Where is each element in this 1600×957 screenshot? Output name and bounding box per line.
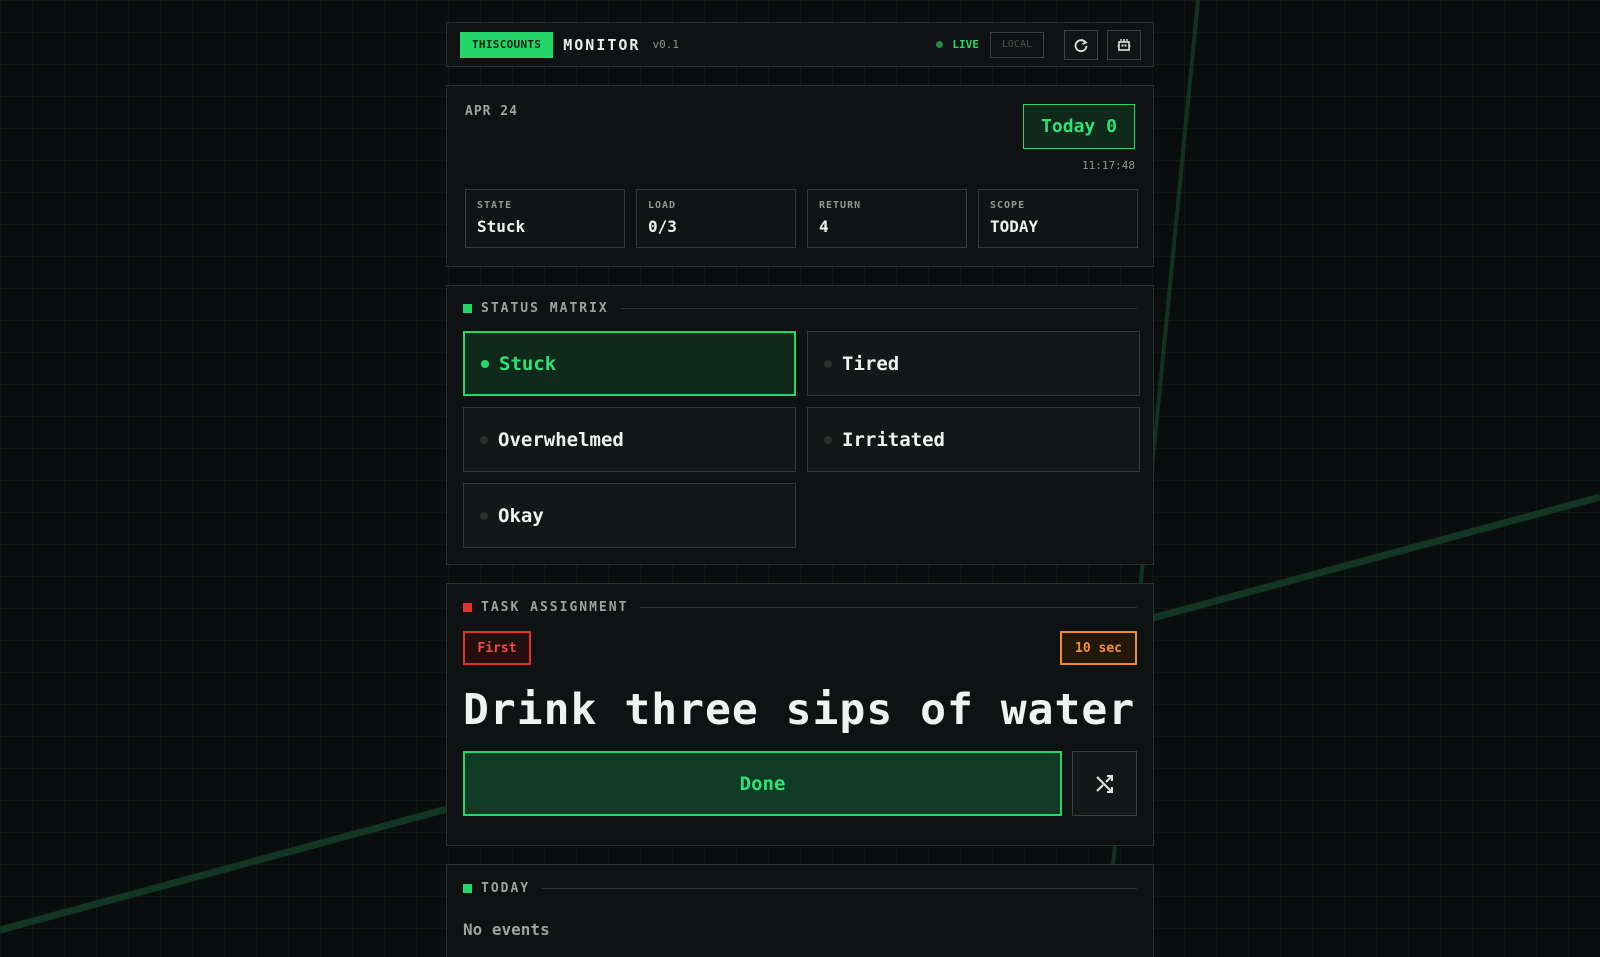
section-header: TASK ASSIGNMENT (463, 598, 1137, 616)
section-marker-icon (463, 602, 472, 612)
robot-button[interactable] (1107, 29, 1141, 60)
task-assignment-panel: TASK ASSIGNMENT First 10 sec Drink three… (446, 583, 1154, 846)
shuffle-button[interactable] (1072, 751, 1137, 816)
section-header: STATUS MATRIX (463, 299, 1137, 317)
stat-value: 4 (819, 217, 829, 236)
section-title: TASK ASSIGNMENT (481, 599, 629, 615)
status-label: Tired (842, 352, 900, 375)
date-label: APR 24 (465, 104, 518, 119)
top-bar: THISCOUNTS MONITOR v0.1 LIVE LOCAL (446, 22, 1154, 67)
stat-value: Stuck (477, 217, 526, 236)
status-dot-icon (480, 435, 488, 444)
stat-label: STATE (477, 200, 513, 211)
app-name: MONITOR (563, 35, 641, 54)
done-button[interactable]: Done (463, 751, 1063, 816)
section-title: STATUS MATRIX (481, 300, 609, 316)
task-text: Drink three sips of water (463, 685, 1136, 735)
local-button[interactable]: LOCAL (989, 31, 1044, 58)
section-divider (542, 887, 1137, 889)
status-dot-icon (480, 511, 488, 520)
live-indicator-dot (936, 41, 944, 48)
status-label: Overwhelmed (498, 428, 624, 451)
today-panel: TODAY No events (446, 864, 1154, 957)
status-option-okay[interactable]: Okay (463, 483, 796, 548)
status-option-stuck[interactable]: Stuck (463, 331, 796, 396)
status-label: Irritated (842, 428, 945, 451)
shuffle-icon (1095, 774, 1113, 793)
status-dot-icon (824, 435, 832, 444)
brand-tag: THISCOUNTS (460, 31, 554, 58)
monitor-column: THISCOUNTS MONITOR v0.1 LIVE LOCAL APR 2… (446, 22, 1154, 957)
refresh-icon (1074, 38, 1088, 52)
stat-scope: SCOPE TODAY (978, 189, 1138, 248)
stat-return: RETURN 4 (807, 189, 967, 248)
task-priority-tag: First (463, 631, 531, 665)
task-duration-tag: 10 sec (1060, 631, 1137, 665)
live-label: LIVE (952, 38, 979, 51)
version-label: v0.1 (652, 38, 679, 51)
status-dot-icon (824, 359, 832, 368)
status-grid: Stuck Tired Overwhelmed Irritated Okay (463, 331, 1140, 548)
summary-panel: APR 24 Today 0 11:17:48 STATE Stuck LOAD… (446, 85, 1154, 267)
clock-time: 11:17:48 (1082, 159, 1135, 172)
stat-load: LOAD 0/3 (636, 189, 796, 248)
robot-icon (1117, 38, 1131, 51)
task-actions: Done (463, 751, 1137, 816)
status-label: Stuck (499, 352, 557, 375)
stat-value: TODAY (990, 217, 1039, 236)
today-count-badge[interactable]: Today 0 (1023, 104, 1135, 149)
section-marker-icon (463, 303, 472, 313)
stat-label: SCOPE (990, 200, 1026, 211)
status-option-overwhelmed[interactable]: Overwhelmed (463, 407, 796, 472)
stat-state: STATE Stuck (465, 189, 625, 248)
stat-label: LOAD (648, 200, 677, 211)
refresh-button[interactable] (1064, 29, 1098, 60)
section-header: TODAY (463, 879, 1137, 897)
status-option-tired[interactable]: Tired (807, 331, 1140, 396)
no-events-text: No events (463, 920, 550, 939)
status-dot-icon (481, 359, 489, 368)
status-option-irritated[interactable]: Irritated (807, 407, 1140, 472)
stats-row: STATE Stuck LOAD 0/3 RETURN 4 SCOPE TODA… (465, 189, 1138, 248)
stat-value: 0/3 (648, 217, 677, 236)
section-divider (620, 307, 1137, 309)
status-matrix-panel: STATUS MATRIX Stuck Tired Overwhelmed Ir… (446, 285, 1154, 565)
task-tags: First 10 sec (463, 631, 1137, 665)
section-title: TODAY (481, 880, 531, 896)
section-divider (640, 606, 1137, 608)
stat-label: RETURN (819, 200, 862, 211)
section-marker-icon (463, 883, 472, 893)
status-label: Okay (498, 504, 544, 527)
